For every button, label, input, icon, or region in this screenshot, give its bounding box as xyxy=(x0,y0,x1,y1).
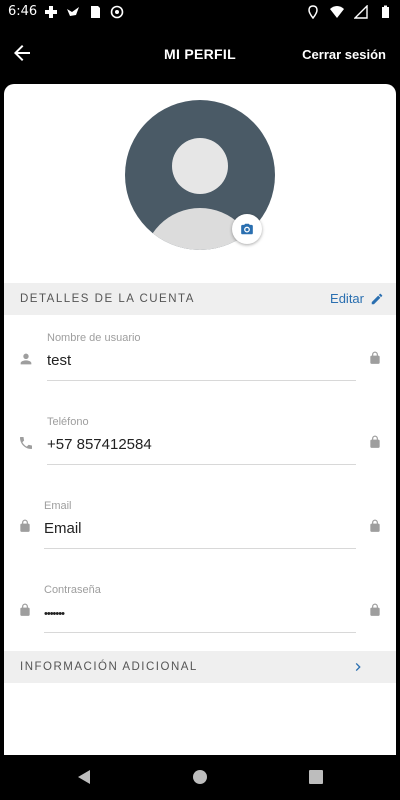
edit-button[interactable]: Editar xyxy=(330,291,384,306)
logout-button[interactable]: Cerrar sesión xyxy=(302,47,386,62)
lock-icon xyxy=(20,519,30,532)
pencil-icon xyxy=(371,293,383,304)
additional-info-title: INFORMACIÓN ADICIONAL xyxy=(20,661,198,673)
change-photo-button[interactable] xyxy=(232,214,262,244)
account-details-title: DETALLES DE LA CUENTA xyxy=(20,293,195,305)
phone-field[interactable]: Teléfono +57 857412584 xyxy=(4,404,396,468)
game-controller-icon xyxy=(45,6,57,18)
lock-icon xyxy=(370,519,380,532)
account-details-header: DETALLES DE LA CUENTA Editar xyxy=(4,283,396,315)
app-bar: MI PERFIL Cerrar sesión xyxy=(0,24,400,84)
phone-icon xyxy=(20,437,32,449)
phone-label: Teléfono xyxy=(47,416,89,428)
sync-icon xyxy=(110,5,124,19)
lock-icon xyxy=(20,603,30,616)
email-underline xyxy=(44,548,356,549)
phone-value: +57 857412584 xyxy=(47,436,152,453)
status-time: 6:46 xyxy=(8,4,38,19)
username-value: test xyxy=(47,352,72,369)
edit-label: Editar xyxy=(330,291,364,306)
email-label: Email xyxy=(44,500,72,512)
lock-icon xyxy=(370,351,380,364)
location-icon xyxy=(308,5,318,19)
password-label: Contraseña xyxy=(44,584,101,596)
email-value: Email xyxy=(44,520,82,537)
nav-back-icon[interactable] xyxy=(76,769,92,785)
password-underline xyxy=(44,632,356,633)
nav-recents-icon[interactable] xyxy=(308,769,324,785)
chevron-right-icon xyxy=(355,663,361,671)
profile-card: DETALLES DE LA CUENTA Editar Nombre de u… xyxy=(4,84,396,755)
bird-icon xyxy=(67,7,79,16)
lock-icon xyxy=(370,603,380,616)
password-value: ••••••• xyxy=(44,608,65,620)
username-field[interactable]: Nombre de usuario test xyxy=(4,320,396,384)
wifi-icon xyxy=(330,6,344,18)
additional-info-row[interactable]: INFORMACIÓN ADICIONAL xyxy=(4,651,396,683)
status-bar: 6:46 xyxy=(0,0,400,24)
username-label: Nombre de usuario xyxy=(47,332,141,344)
sd-card-icon xyxy=(91,6,100,18)
camera-icon xyxy=(241,223,253,235)
system-nav-bar xyxy=(0,755,400,800)
phone-underline xyxy=(47,464,356,465)
battery-icon xyxy=(382,5,389,18)
password-field[interactable]: Contraseña ••••••• xyxy=(4,572,396,636)
person-icon xyxy=(20,353,32,365)
signal-icon xyxy=(354,5,368,19)
email-field[interactable]: Email Email xyxy=(4,488,396,552)
lock-icon xyxy=(370,435,380,448)
nav-home-icon[interactable] xyxy=(192,769,208,785)
username-underline xyxy=(47,380,356,381)
avatar-head xyxy=(172,138,228,194)
